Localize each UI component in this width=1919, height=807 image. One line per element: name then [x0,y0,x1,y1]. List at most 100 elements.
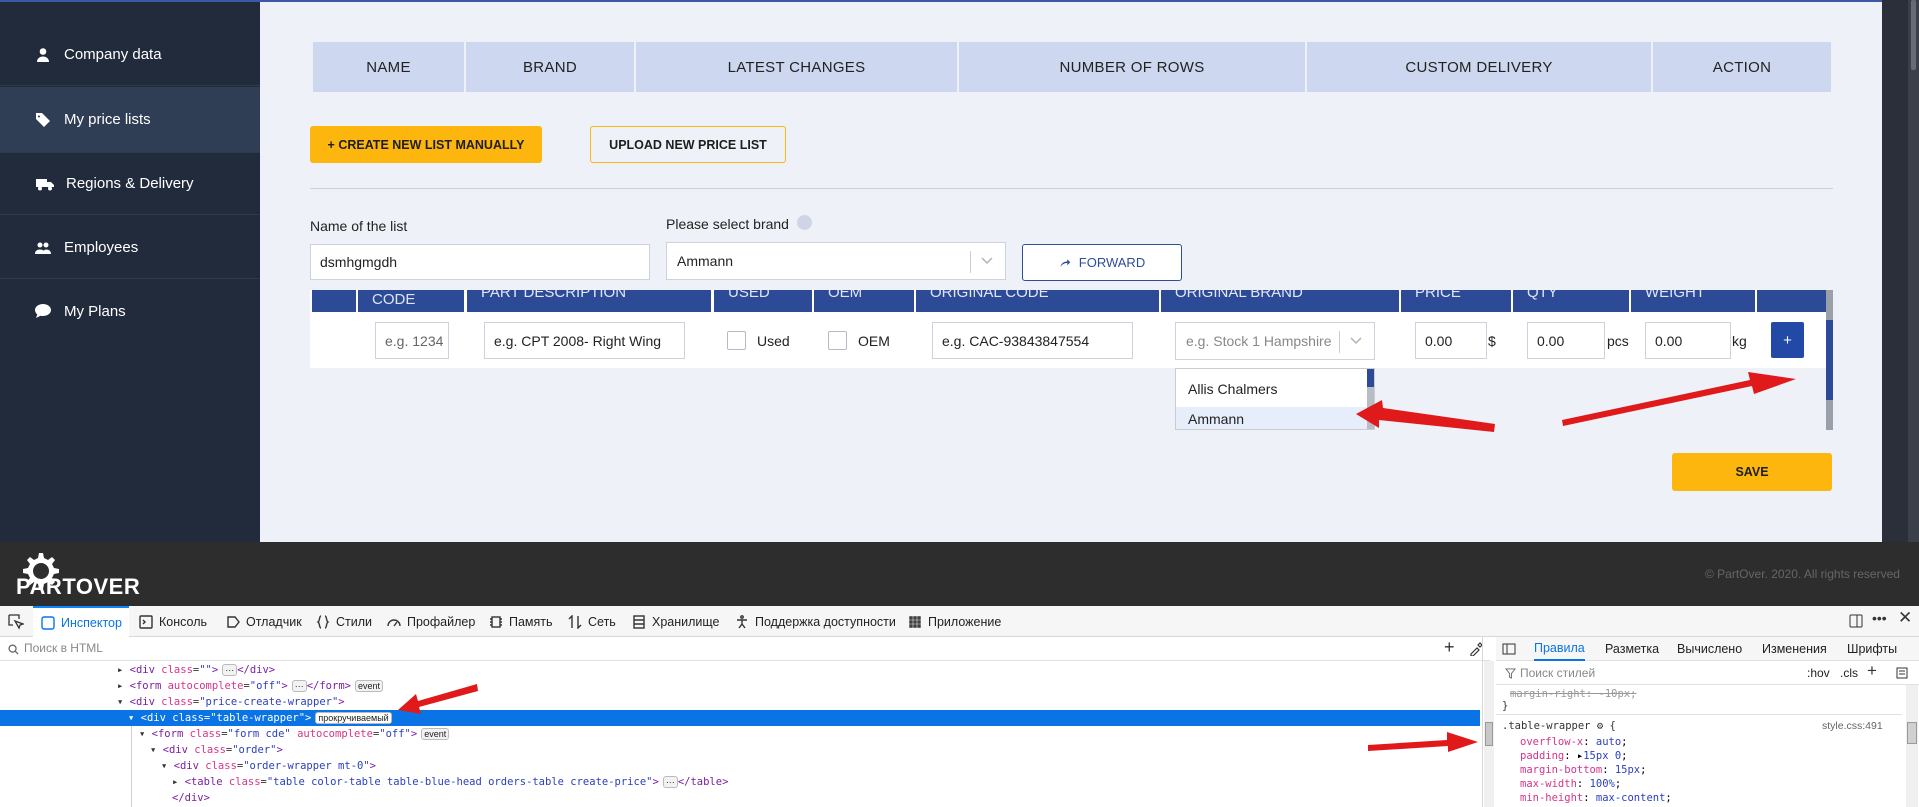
qty-input[interactable]: 0.00 [1527,322,1605,359]
page-scrollbar[interactable] [1908,0,1919,542]
dom-node[interactable]: ▾ <form class = "form cde" autocomplete = "o… [0,726,1480,742]
devtools-tab-inspector[interactable]: Инспектор [33,606,129,637]
close-devtools-icon[interactable]: ✕ [1898,608,1912,628]
lists-col-brand[interactable]: BRAND [466,42,634,92]
dom-node[interactable]: ▸ <div class = "" > ··· </div> [0,662,1480,678]
tree-guide [131,726,132,807]
user-icon [34,46,52,64]
layout-toggle-icon[interactable] [1502,642,1516,656]
dropdown-scrollbar-thumb[interactable] [1367,369,1374,387]
rules-tab-fonts[interactable]: Шрифты [1847,637,1897,661]
used-checkbox[interactable] [727,331,746,350]
rules-scrollbar-thumb[interactable] [1907,722,1917,744]
rule-selector[interactable]: .table-wrapper ⚙ { [1502,720,1616,732]
table-scrollbar-thumb[interactable] [1826,320,1833,400]
rules-scrollbar[interactable] [1906,685,1918,807]
devtools-tab-storage[interactable]: Хранилище [632,606,720,637]
dom-node[interactable]: ▾ <div class = "order" > [0,742,1480,758]
info-icon[interactable] [797,215,812,230]
add-node-icon[interactable]: + [1444,637,1455,658]
rule-source-link[interactable]: style.css:491 [1822,720,1883,732]
devtools-tab-console[interactable]: Консоль [139,606,207,637]
devtools-tab-styles[interactable]: Стили [316,606,372,637]
sidebar-item-label: Employees [64,239,139,256]
classes-toggle[interactable]: .cls [1840,666,1858,680]
page-scrollbar-thumb[interactable] [1911,0,1916,70]
devtools-tab-memory[interactable]: Память [489,606,553,637]
eyedropper-icon[interactable] [1469,642,1483,656]
rule-declaration[interactable]: padding: ▸15px 0; [1520,750,1628,762]
weight-unit: kg [1732,333,1747,349]
price-input[interactable]: 0.00 [1415,322,1487,359]
styles-filter-input[interactable]: Поиск стилей [1520,666,1595,680]
profiler-icon [387,618,401,626]
element-picker-icon[interactable] [8,614,24,630]
sidebar-item-my-plans[interactable]: My Plans [0,280,260,342]
memory-icon [490,615,502,628]
brand-select[interactable]: Ammann [666,242,1006,280]
oem-checkbox[interactable] [828,331,847,350]
add-rule-icon[interactable]: + [1867,661,1877,681]
html-search-input[interactable]: Поиск в HTML [24,641,103,655]
html-scrollbar-thumb[interactable] [1485,722,1493,746]
dom-node-selected[interactable]: ▾ <div class = "table-wrapper" > прокручивае… [0,710,1480,726]
dropdown-option[interactable]: Ammann [1176,407,1368,429]
devtools-tab-accessibility[interactable]: Поддержка доступности [735,606,896,637]
dom-node[interactable]: ▸ <table class = "table color-table table-… [0,774,1480,790]
lists-col-number-of-rows[interactable]: NUMBER OF ROWS [959,42,1305,92]
rule-declaration[interactable]: min-height: max-content; [1520,792,1672,804]
rule-declaration[interactable]: margin-bottom: 15px; [1520,764,1646,776]
sidebar-item-company-data[interactable]: Company data [0,24,260,86]
panel-splitter[interactable] [1482,637,1483,807]
items-col-code: CODE [358,290,464,312]
original-brand-placeholder: e.g. Stock 1 Hampshire [1186,333,1332,349]
rules-tab-computed[interactable]: Вычислено [1677,637,1742,661]
part-description-input[interactable]: e.g. CPT 2008- Right Wing [484,322,685,359]
lists-col-latest-changes[interactable]: LATEST CHANGES [636,42,957,92]
forward-label: FORWARD [1078,255,1146,270]
lists-col-name[interactable]: NAME [313,42,464,92]
hover-state-toggle[interactable]: :hov [1807,666,1830,680]
sidebar-item-my-price-lists[interactable]: My price lists [0,87,260,153]
devtools-tab-debugger[interactable]: Отладчик [226,606,302,637]
footer-copyright: © PartOver. 2020. All rights reserved [1705,567,1900,581]
sidebar-item-label: Company data [64,46,162,63]
dom-node[interactable]: ▾ <div class = "price-create-wrapper" > [0,694,1480,710]
original-brand-select[interactable]: e.g. Stock 1 Hampshire [1175,322,1375,360]
print-media-icon[interactable] [1896,667,1908,679]
rule-declaration[interactable]: overflow-x: auto; [1520,736,1628,748]
forward-button[interactable]: FORWARD [1022,244,1182,281]
dropdown-option[interactable]: Allis Chalmers [1176,377,1368,401]
original-code-input[interactable]: e.g. CAC-93843847554 [932,322,1133,359]
list-name-input[interactable]: dsmhgmgdh [310,244,650,280]
code-input[interactable]: e.g. 1234 [375,322,449,359]
devtools-tab-application[interactable]: Приложение [908,606,1001,637]
dom-node[interactable]: </div> [0,790,1480,806]
sidebar-item-label: Regions & Delivery [66,175,194,192]
items-col-used: USED [714,290,812,312]
items-col-qty: QTY [1513,290,1629,312]
rules-tab-layout[interactable]: Разметка [1605,637,1659,661]
upload-price-list-button[interactable]: UPLOAD NEW PRICE LIST [590,126,786,163]
select-separator [970,251,971,273]
add-row-button[interactable]: + [1771,322,1804,358]
rules-tab-rules[interactable]: Правила [1534,637,1585,661]
weight-input[interactable]: 0.00 [1645,322,1731,359]
save-button[interactable]: SAVE [1672,453,1832,491]
rule-declaration[interactable]: max-width: 100%; [1520,778,1621,790]
devtools-tab-profiler[interactable]: Профайлер [387,606,475,637]
sidebar-item-regions-delivery[interactable]: Regions & Delivery [0,153,260,215]
section-divider [310,188,1833,189]
dock-icon[interactable] [1848,613,1864,629]
rule-divider [1496,714,1902,715]
rules-tab-changes[interactable]: Изменения [1762,637,1827,661]
lists-col-custom-delivery[interactable]: CUSTOM DELIVERY [1307,42,1651,92]
items-col-oem: OEM [814,290,914,312]
create-list-manually-button[interactable]: + CREATE NEW LIST MANUALLY [310,126,542,163]
sidebar-item-employees[interactable]: Employees [0,217,260,279]
lists-col-action[interactable]: ACTION [1653,42,1831,92]
dom-node[interactable]: ▸ <form autocomplete = "off" > ··· </form> eve… [0,678,1480,694]
dom-node[interactable]: ▾ <div class = "order-wrapper mt-0" > [0,758,1480,774]
more-options-icon[interactable]: ••• [1872,610,1887,626]
devtools-tab-network[interactable]: Сеть [568,606,616,637]
